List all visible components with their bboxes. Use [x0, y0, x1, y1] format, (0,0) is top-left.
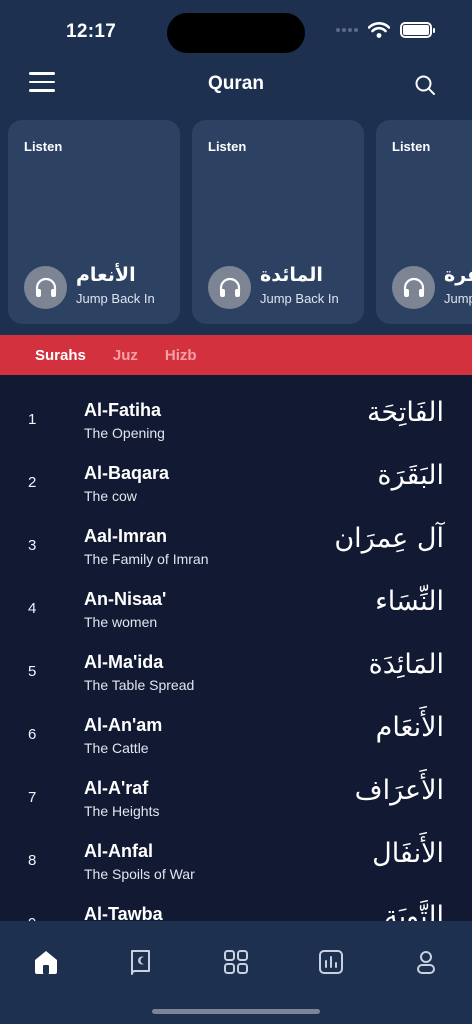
surah-number: 6 [28, 726, 37, 743]
card-arabic-name: المائدة [260, 264, 323, 286]
battery-icon [400, 22, 435, 38]
surah-name: An-Nisaa' [84, 589, 167, 609]
surah-arabic-name: المَائِدَة [368, 649, 444, 680]
surah-number: 3 [28, 537, 37, 554]
recent-surahs-carousel[interactable]: Listen الأنعام Jump Back In Listen المائ… [0, 108, 472, 335]
surah-name: Al-Anfal [84, 841, 153, 861]
app-header: Quran [0, 60, 472, 108]
list-item[interactable]: 1 Al-Fatiha The Opening الفَاتِحَة [0, 375, 472, 441]
surah-arabic-name: الأَعرَاف [354, 775, 444, 806]
surah-name: Al-Baqara [84, 463, 170, 483]
profile-icon[interactable] [412, 948, 440, 976]
surah-name: Al-Ma'ida [84, 652, 164, 672]
surah-arabic-name: النِّسَاء [375, 586, 444, 617]
surah-arabic-name: التَّوبَة [384, 901, 444, 921]
surah-arabic-name: الأَنفَال [372, 838, 444, 869]
surah-number: 2 [28, 474, 37, 491]
status-time: 12:17 [66, 21, 117, 42]
list-item[interactable]: 7 Al-A'raf The Heights الأَعرَاف [0, 753, 472, 819]
surah-arabic-name: البَقَرَة [377, 460, 444, 491]
wifi-icon [368, 22, 390, 38]
surah-name: Al-Tawba [84, 904, 163, 921]
surah-arabic-name: الفَاتِحَة [366, 397, 444, 428]
surah-number: 4 [28, 600, 37, 617]
surah-arabic-name: الأَنعَام [375, 712, 444, 743]
grid-icon[interactable] [222, 948, 250, 976]
recent-card[interactable]: Listen البقرة Jump Back In [376, 120, 472, 324]
tab-juz[interactable]: Juz [113, 347, 138, 364]
bottom-nav [0, 921, 472, 1024]
tab-hizb[interactable]: Hizb [165, 347, 197, 364]
list-item[interactable]: 4 An-Nisaa' The women النِّسَاء [0, 564, 472, 630]
home-icon[interactable] [32, 948, 60, 976]
list-item[interactable]: 9 Al-Tawba التَّوبَة [0, 879, 472, 921]
card-subtitle: Jump Back In [76, 291, 155, 306]
card-subtitle: Jump Back In [260, 291, 339, 306]
headphones-icon [392, 266, 435, 309]
list-item[interactable]: 8 Al-Anfal The Spoils of War الأَنفَال [0, 816, 472, 882]
headphones-icon [24, 266, 67, 309]
list-item[interactable]: 6 Al-An'am The Cattle الأَنعَام [0, 690, 472, 756]
page-title: Quran [208, 73, 264, 94]
list-item[interactable]: 2 Al-Baqara The cow البَقَرَة [0, 438, 472, 504]
card-listen-label: Listen [392, 139, 431, 154]
surah-name: Al-Fatiha [84, 400, 162, 420]
surah-number: 1 [28, 411, 37, 428]
dynamic-island [167, 13, 305, 53]
cellular-signal-icon [336, 28, 358, 32]
card-arabic-name: البقرة [444, 264, 472, 286]
status-bar: 12:17 [0, 0, 472, 60]
surah-number: 7 [28, 789, 37, 806]
surah-name: Aal-Imran [84, 526, 168, 546]
home-indicator [152, 1009, 320, 1014]
recent-card[interactable]: Listen الأنعام Jump Back In [8, 120, 180, 324]
surah-number: 8 [28, 852, 37, 869]
book-icon[interactable] [127, 948, 155, 976]
surah-name: Al-A'raf [84, 778, 149, 798]
tab-bar: Surahs Juz Hizb [0, 335, 472, 375]
surah-name: Al-An'am [84, 715, 163, 735]
list-item[interactable]: 3 Aal-Imran The Family of Imran آل عِمرَ… [0, 501, 472, 567]
card-listen-label: Listen [208, 139, 247, 154]
card-arabic-name: الأنعام [76, 264, 136, 286]
card-listen-label: Listen [24, 139, 63, 154]
status-icons [336, 22, 435, 38]
search-icon[interactable] [414, 74, 436, 96]
surah-number: 5 [28, 663, 37, 680]
recent-card[interactable]: Listen المائدة Jump Back In [192, 120, 364, 324]
surah-list[interactable]: 1 Al-Fatiha The Opening الفَاتِحَة 2 Al-… [0, 375, 472, 921]
surah-arabic-name: آل عِمرَان [334, 523, 444, 554]
list-item[interactable]: 5 Al-Ma'ida The Table Spread المَائِدَة [0, 627, 472, 693]
headphones-icon [208, 266, 251, 309]
bar-chart-icon[interactable] [317, 948, 345, 976]
card-subtitle: Jump Back In [444, 291, 472, 306]
tab-surahs[interactable]: Surahs [35, 347, 86, 364]
